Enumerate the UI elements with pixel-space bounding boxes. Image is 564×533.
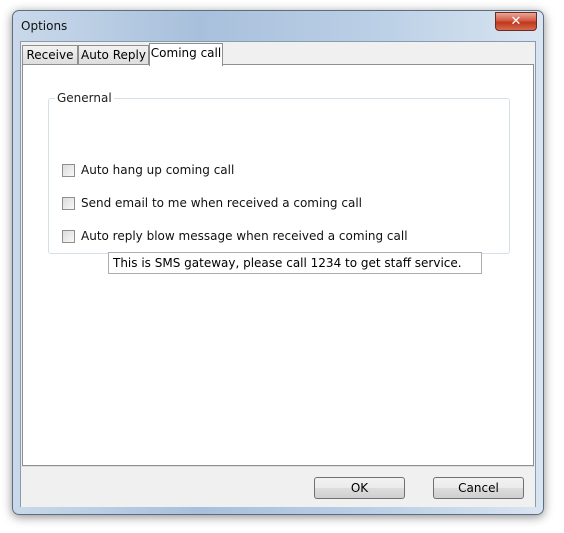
group-title: Genernal <box>55 91 114 105</box>
tab-coming-call[interactable]: Coming call <box>149 43 223 66</box>
send-email-label[interactable]: Send email to me when received a coming … <box>81 196 362 210</box>
auto-reply-label[interactable]: Auto reply blow message when received a … <box>81 229 408 243</box>
auto-hang-up-label[interactable]: Auto hang up coming call <box>81 163 234 177</box>
close-button[interactable]: ✕ <box>495 12 537 31</box>
coming-call-panel: Genernal Auto hang up coming call Send e… <box>22 64 534 466</box>
close-icon: ✕ <box>510 14 522 29</box>
tab-auto-reply[interactable]: Auto Reply <box>78 45 149 65</box>
reply-message-input[interactable]: This is SMS gateway, please call 1234 to… <box>108 252 482 274</box>
dialog-client-area: Receive Auto Reply Coming call Genernal … <box>20 41 536 507</box>
tab-receive[interactable]: Receive <box>22 45 78 65</box>
send-email-checkbox[interactable] <box>62 197 75 210</box>
options-window: Options ✕ Receive Auto Reply Coming call… <box>12 10 544 515</box>
window-title: Options <box>21 19 68 33</box>
ok-button[interactable]: OK <box>314 477 405 499</box>
auto-reply-checkbox[interactable] <box>62 230 75 243</box>
cancel-button[interactable]: Cancel <box>433 477 524 499</box>
dialog-footer: OK Cancel <box>21 466 535 507</box>
title-bar[interactable]: Options ✕ <box>13 11 543 41</box>
auto-hang-up-checkbox[interactable] <box>62 164 75 177</box>
